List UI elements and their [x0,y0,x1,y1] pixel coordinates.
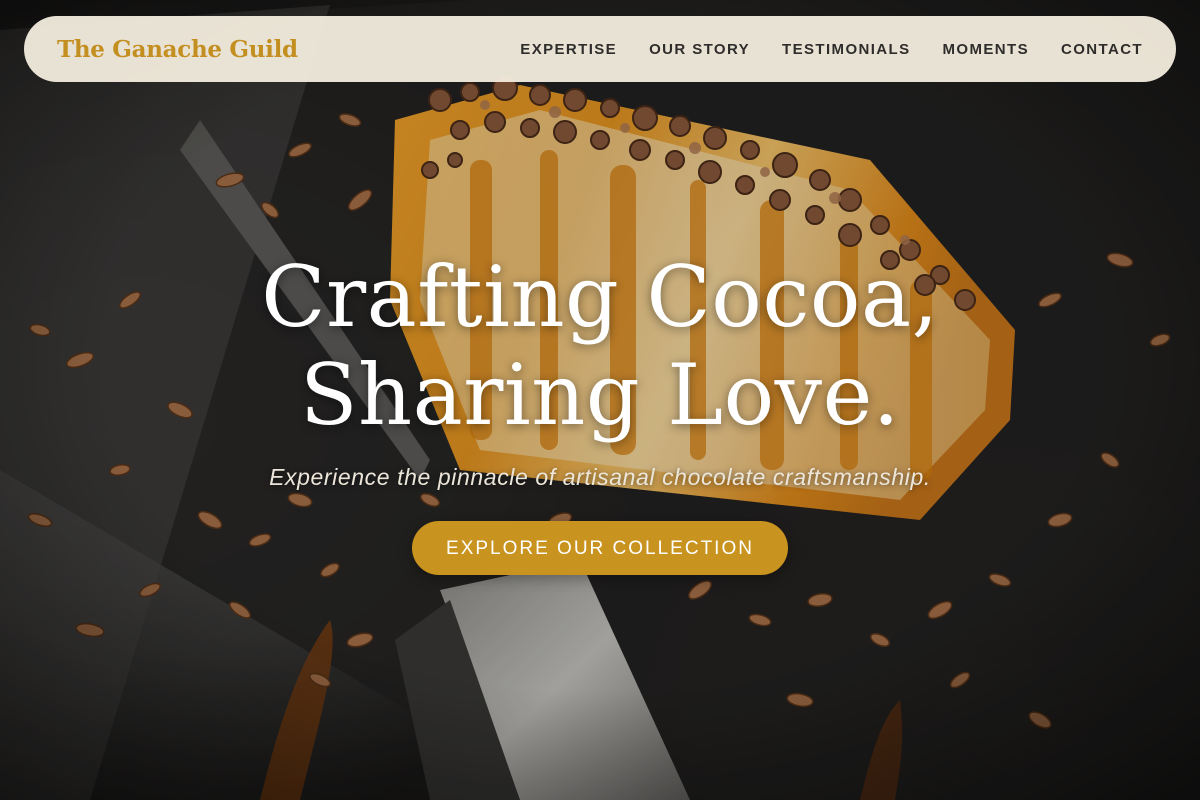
explore-collection-button[interactable]: EXPLORE OUR COLLECTION [412,521,788,575]
hero-subtitle: Experience the pinnacle of artisanal cho… [269,464,931,490]
hero-title: Crafting Cocoa, Sharing Love. [0,248,1200,444]
nav-link-moments[interactable]: MOMENTS [943,41,1029,58]
hero-section: Crafting Cocoa, Sharing Love. Experience… [0,248,1200,575]
nav-link-testimonials[interactable]: TESTIMONIALS [782,41,910,58]
nav-link-contact[interactable]: CONTACT [1061,41,1143,58]
hero-title-line-1: Crafting Cocoa, [261,248,939,346]
nav-links: EXPERTISE OUR STORY TESTIMONIALS MOMENTS… [520,41,1143,58]
brand-logo-link[interactable]: The Ganache Guild [57,36,298,63]
nav-link-our-story[interactable]: OUR STORY [649,41,750,58]
hero-title-line-2: Sharing Love. [299,346,901,444]
top-navbar: The Ganache Guild EXPERTISE OUR STORY TE… [24,16,1176,82]
nav-link-expertise[interactable]: EXPERTISE [520,41,617,58]
